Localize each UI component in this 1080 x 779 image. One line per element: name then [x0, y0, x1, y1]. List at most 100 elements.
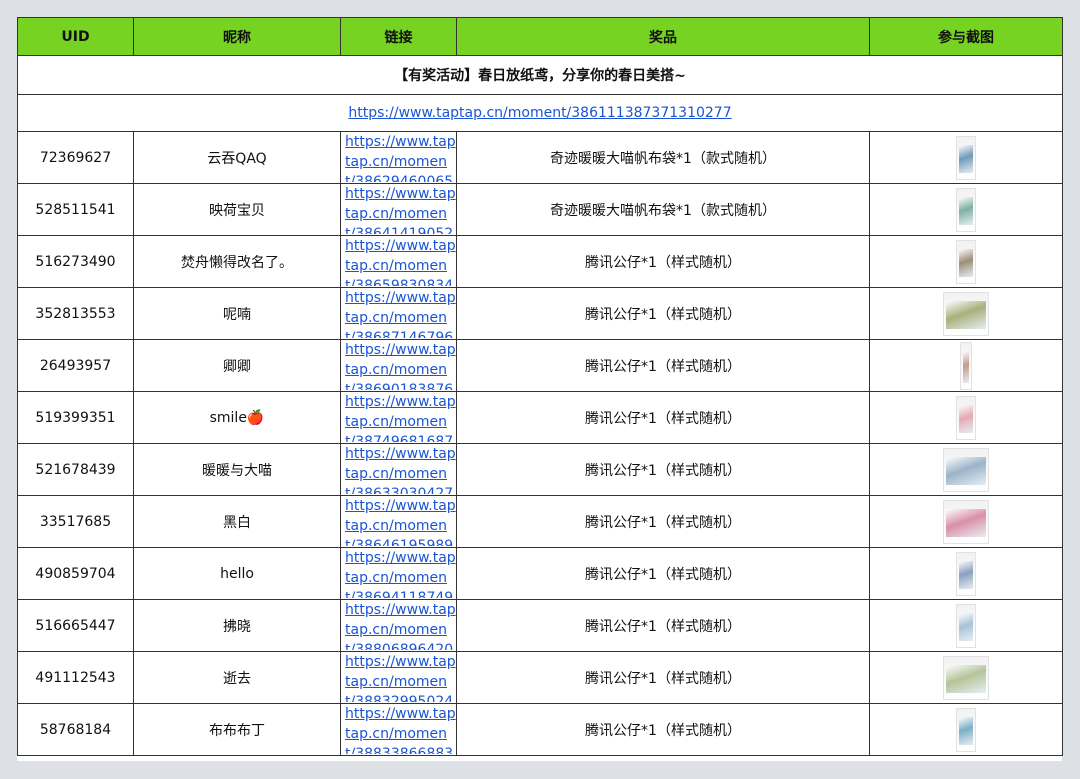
link-cell: https://www.taptap.cn/moment/38633030427… — [340, 443, 457, 496]
screenshot-image — [959, 404, 973, 433]
screenshot-image — [963, 350, 969, 383]
screenshot-image — [946, 508, 986, 537]
screenshot-thumbnail[interactable] — [956, 395, 976, 440]
screenshot-cell — [869, 391, 1063, 444]
screenshot-image — [946, 664, 986, 693]
table-row: 519399351 smile🍎 https://www.taptap.cn/mom… — [17, 391, 1063, 444]
header-row: UID 昵称 链接 奖品 参与截图 — [17, 17, 1063, 56]
screenshot-thumbnail[interactable] — [943, 291, 989, 336]
prize-cell: 腾讯公仔*1（样式随机） — [456, 391, 870, 444]
moment-link[interactable]: https://www.taptap.cn/moment/38832995024… — [345, 653, 456, 702]
screenshot-cell — [869, 235, 1063, 288]
header-nickname: 昵称 — [133, 17, 341, 56]
link-cell: https://www.taptap.cn/moment/38832995024… — [340, 651, 457, 704]
moment-link[interactable]: https://www.taptap.cn/moment/38629460065… — [345, 133, 456, 182]
screenshot-image — [959, 248, 973, 277]
link-cell: https://www.taptap.cn/moment/38646195989… — [340, 495, 457, 548]
nickname-cell: 逝去 — [133, 651, 341, 704]
screenshot-thumbnail[interactable] — [956, 239, 976, 284]
table-row: 490859704 hello https://www.taptap.cn/mome… — [17, 547, 1063, 600]
screenshot-cell — [869, 287, 1063, 340]
moment-link[interactable]: https://www.taptap.cn/moment/38633030427… — [345, 445, 456, 494]
table-row: 26493957 卿卿 https://www.taptap.cn/moment/3… — [17, 339, 1063, 392]
link-cell: https://www.taptap.cn/moment/38659830834… — [340, 235, 457, 288]
screenshot-thumbnail[interactable] — [943, 499, 989, 544]
event-title: 【有奖活动】春日放纸鸢，分享你的春日美搭~ — [17, 55, 1063, 95]
table-row: 33517685 黑白 https://www.taptap.cn/moment/3… — [17, 495, 1063, 548]
screenshot-image — [946, 300, 986, 329]
link-cell: https://www.taptap.cn/moment/38806896420… — [340, 599, 457, 652]
uid-cell: 352813553 — [17, 287, 134, 340]
moment-link[interactable]: https://www.taptap.cn/moment/38833866883… — [345, 705, 456, 754]
screenshot-thumbnail[interactable] — [956, 551, 976, 596]
screenshot-thumbnail[interactable] — [956, 135, 976, 180]
screenshot-thumbnail[interactable] — [956, 187, 976, 232]
link-cell: https://www.taptap.cn/moment/38641419052… — [340, 183, 457, 236]
uid-cell: 519399351 — [17, 391, 134, 444]
prize-cell: 腾讯公仔*1（样式随机） — [456, 703, 870, 756]
prize-cell: 腾讯公仔*1（样式随机） — [456, 547, 870, 600]
nickname-cell: 云吞QAQ — [133, 131, 341, 184]
nickname-cell: hello — [133, 547, 341, 600]
winners-table: UID 昵称 链接 奖品 参与截图 【有奖活动】春日放纸鸢，分享你的春日美搭~ … — [17, 17, 1063, 756]
link-cell: https://www.taptap.cn/moment/38694118749… — [340, 547, 457, 600]
screenshot-thumbnail[interactable] — [956, 707, 976, 752]
moment-link[interactable]: https://www.taptap.cn/moment/38659830834… — [345, 237, 456, 286]
moment-link[interactable]: https://www.taptap.cn/moment/38694118749… — [345, 549, 456, 598]
link-cell: https://www.taptap.cn/moment/38833866883… — [340, 703, 457, 756]
prize-cell: 腾讯公仔*1（样式随机） — [456, 235, 870, 288]
nickname-cell: 卿卿 — [133, 339, 341, 392]
screenshot-cell — [869, 495, 1063, 548]
screenshot-image — [959, 196, 973, 225]
nickname-cell: 焚舟懒得改名了。 — [133, 235, 341, 288]
nickname-cell: 黑白 — [133, 495, 341, 548]
prize-cell: 奇迹暖暖大喵帆布袋*1（款式随机） — [456, 131, 870, 184]
table-row: 352813553 呢喃 https://www.taptap.cn/moment/… — [17, 287, 1063, 340]
screenshot-cell — [869, 339, 1063, 392]
header-uid: UID — [17, 17, 134, 56]
screenshot-cell — [869, 703, 1063, 756]
nickname-cell: 暖暖与大喵 — [133, 443, 341, 496]
screenshot-image — [946, 456, 986, 485]
event-title-row: 【有奖活动】春日放纸鸢，分享你的春日美搭~ — [17, 55, 1063, 95]
moment-link[interactable]: https://www.taptap.cn/moment/38646195989… — [345, 497, 456, 546]
moment-link[interactable]: https://www.taptap.cn/moment/38690183876… — [345, 341, 456, 390]
screenshot-thumbnail[interactable] — [943, 447, 989, 492]
uid-cell: 521678439 — [17, 443, 134, 496]
prize-cell: 腾讯公仔*1（样式随机） — [456, 443, 870, 496]
prize-cell: 腾讯公仔*1（样式随机） — [456, 651, 870, 704]
screenshot-cell — [869, 183, 1063, 236]
screenshot-image — [959, 560, 973, 589]
event-link[interactable]: https://www.taptap.cn/moment/38611138737… — [348, 105, 731, 121]
moment-link[interactable]: https://www.taptap.cn/moment/38749681687… — [345, 393, 456, 442]
screenshot-thumbnail[interactable] — [956, 603, 976, 648]
table-row: 58768184 布布布丁 https://www.taptap.cn/moment… — [17, 703, 1063, 756]
screenshot-thumbnail[interactable] — [960, 341, 972, 390]
nickname-cell: smile🍎 — [133, 391, 341, 444]
moment-link[interactable]: https://www.taptap.cn/moment/38806896420… — [345, 601, 456, 650]
link-cell: https://www.taptap.cn/moment/38629460065… — [340, 131, 457, 184]
winners-sheet: UID 昵称 链接 奖品 参与截图 【有奖活动】春日放纸鸢，分享你的春日美搭~ … — [17, 17, 1063, 761]
nickname-cell: 映荷宝贝 — [133, 183, 341, 236]
header-prize: 奖品 — [456, 17, 870, 56]
uid-cell: 26493957 — [17, 339, 134, 392]
header-link: 链接 — [340, 17, 457, 56]
screenshot-image — [959, 144, 973, 173]
table-row: 521678439 暖暖与大喵 https://www.taptap.cn/mome… — [17, 443, 1063, 496]
screenshot-cell — [869, 599, 1063, 652]
moment-link[interactable]: https://www.taptap.cn/moment/38641419052… — [345, 185, 456, 234]
prize-cell: 奇迹暖暖大喵帆布袋*1（款式随机） — [456, 183, 870, 236]
moment-link[interactable]: https://www.taptap.cn/moment/38687146796… — [345, 289, 456, 338]
screenshot-cell — [869, 131, 1063, 184]
nickname-cell: 布布布丁 — [133, 703, 341, 756]
nickname-cell: 呢喃 — [133, 287, 341, 340]
link-cell: https://www.taptap.cn/moment/38687146796… — [340, 287, 457, 340]
screenshot-thumbnail[interactable] — [943, 655, 989, 700]
screenshot-cell — [869, 547, 1063, 600]
table-row: 516665447 拂晓 https://www.taptap.cn/moment/… — [17, 599, 1063, 652]
event-link-row: https://www.taptap.cn/moment/38611138737… — [17, 94, 1063, 132]
screenshot-image — [959, 612, 973, 641]
screenshot-cell — [869, 443, 1063, 496]
prize-cell: 腾讯公仔*1（样式随机） — [456, 287, 870, 340]
uid-cell: 490859704 — [17, 547, 134, 600]
